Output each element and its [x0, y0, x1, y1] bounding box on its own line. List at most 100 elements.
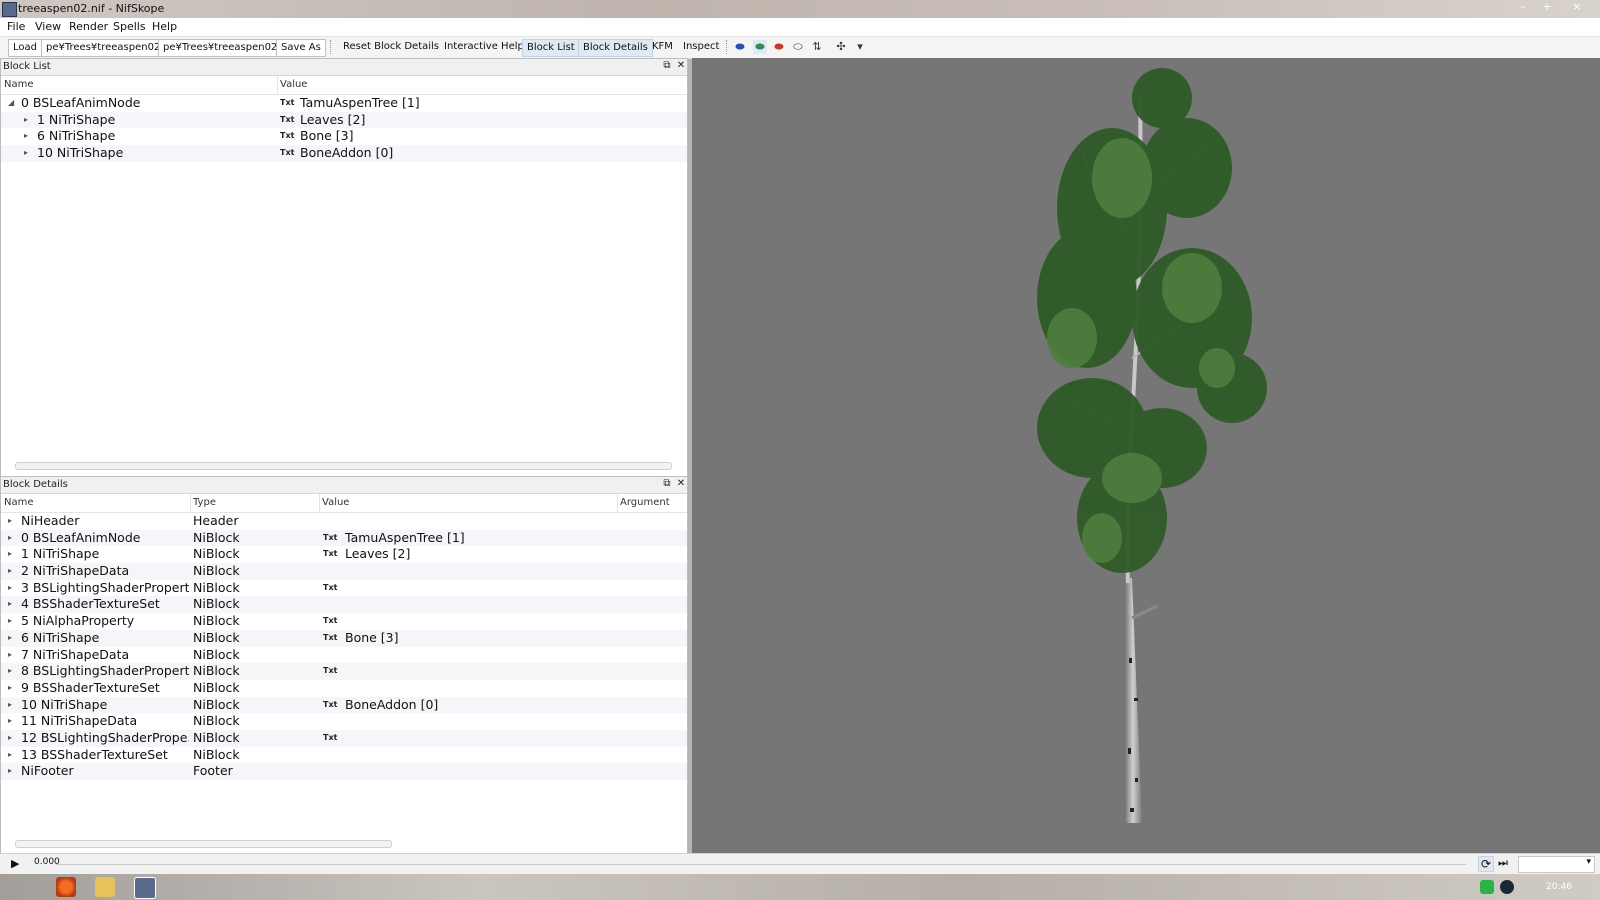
expand-arrow-icon[interactable]: ▸	[8, 563, 12, 580]
txt-icon: Txt	[280, 114, 295, 124]
expand-arrow-icon[interactable]: ▸	[8, 680, 12, 697]
block-list-row[interactable]: ▸ 10 NiTriShape Txt BoneAddon [0]	[1, 145, 687, 162]
menu-render[interactable]: Render	[69, 20, 108, 33]
block-details-row[interactable]: ▸ 11 NiTriShapeData NiBlock	[1, 713, 687, 730]
block-list-row[interactable]: ▸ 6 NiTriShape Txt Bone [3]	[1, 128, 687, 145]
block-name: 7 NiTriShapeData	[21, 646, 130, 662]
block-name: 12 BSLightingShaderPrope...	[21, 729, 189, 745]
close-window-button[interactable]: ×	[1562, 0, 1592, 14]
save-as-button[interactable]: Save As	[276, 39, 326, 57]
block-details-row[interactable]: ▸ 5 NiAlphaProperty NiBlock Txt	[1, 613, 687, 630]
close-icon[interactable]: ✕	[675, 60, 687, 72]
block-details-row[interactable]: ▸ NiHeader Header	[1, 513, 687, 530]
block-name: 8 BSLightingShaderProperty	[21, 663, 189, 679]
view-front-icon[interactable]: ⬬	[733, 40, 747, 54]
block-details-row[interactable]: ▸ 7 NiTriShapeData NiBlock	[1, 647, 687, 664]
block-details-toggle[interactable]: Block Details	[578, 39, 653, 57]
expand-arrow-icon[interactable]: ▸	[8, 546, 12, 563]
block-details-row[interactable]: ▸ 8 BSLightingShaderProperty NiBlock Txt	[1, 663, 687, 680]
expand-arrow-icon[interactable]: ▸	[24, 128, 28, 145]
chevron-down-icon[interactable]: ▾	[853, 40, 867, 54]
horizontal-scrollbar[interactable]	[15, 840, 392, 848]
kfm-button[interactable]: KFM	[648, 39, 677, 55]
block-details-row[interactable]: ▸ 0 BSLeafAnimNode NiBlock Txt TamuAspenTree…	[1, 529, 687, 547]
column-value[interactable]: Value	[319, 494, 349, 512]
view-user-icon[interactable]: ⬭	[791, 40, 805, 54]
view-top-icon[interactable]: ⬬	[753, 40, 767, 54]
menu-help[interactable]: Help	[152, 20, 177, 33]
steam-icon[interactable]	[1500, 880, 1514, 894]
block-list-title: Block List	[1, 59, 687, 76]
expand-arrow-icon[interactable]: ▸	[8, 647, 12, 664]
minimize-button[interactable]: –	[1512, 0, 1534, 14]
menu-spells[interactable]: Spells	[113, 20, 146, 33]
reset-block-details-button[interactable]: Reset Block Details	[339, 39, 443, 55]
expand-arrow-icon[interactable]: ▸	[24, 112, 28, 129]
nifskope-taskbar-icon[interactable]	[134, 877, 156, 899]
interactive-help-button[interactable]: Interactive Help	[440, 39, 528, 55]
expand-arrow-icon[interactable]: ▸	[8, 730, 12, 747]
animation-select[interactable]: ▾	[1518, 856, 1595, 873]
expand-arrow-icon[interactable]: ▸	[8, 630, 12, 647]
block-details-row[interactable]: ▸ 10 NiTriShape NiBlock Txt BoneAddon [0]	[1, 696, 687, 714]
inspect-button[interactable]: Inspect	[679, 39, 723, 55]
expand-arrow-icon[interactable]: ▸	[8, 613, 12, 630]
firefox-icon[interactable]	[56, 877, 76, 897]
step-icon[interactable]: ⏭	[1498, 856, 1508, 870]
column-name[interactable]: Name	[4, 76, 34, 94]
block-details-row[interactable]: ▸ 12 BSLightingShaderPrope... NiBlock Txt	[1, 729, 687, 747]
view-side-icon[interactable]: ⬬	[772, 40, 786, 54]
block-details-row[interactable]: ▸ 3 BSLightingShaderProperty NiBlock Txt	[1, 580, 687, 597]
expand-arrow-icon[interactable]: ▸	[8, 596, 12, 613]
block-details-row[interactable]: ▸ 9 BSShaderTextureSet NiBlock	[1, 680, 687, 697]
block-list-header: Name Value	[1, 76, 687, 95]
block-details-row[interactable]: ▸ 4 BSShaderTextureSet NiBlock	[1, 596, 687, 614]
maximize-button[interactable]: +	[1536, 0, 1558, 14]
menu-view[interactable]: View	[35, 20, 61, 33]
float-icon[interactable]: ⧉	[661, 60, 673, 72]
menu-file[interactable]: File	[7, 20, 25, 33]
block-list-row[interactable]: ▸ 1 NiTriShape Txt Leaves [2]	[1, 111, 687, 129]
block-name: 10 NiTriShape	[21, 696, 108, 712]
expand-arrow-icon[interactable]: ▸	[8, 747, 12, 764]
render-viewport[interactable]	[692, 58, 1600, 853]
block-details-row[interactable]: ▸ 13 BSShaderTextureSet NiBlock	[1, 747, 687, 764]
horizontal-scrollbar[interactable]	[15, 462, 672, 470]
column-value[interactable]: Value	[277, 76, 307, 94]
load-button[interactable]: Load	[8, 39, 42, 57]
loop-icon[interactable]: ⟳	[1478, 856, 1494, 872]
explorer-icon[interactable]	[95, 877, 115, 897]
expand-arrow-icon[interactable]: ▸	[8, 513, 12, 530]
column-type[interactable]: Type	[190, 494, 216, 512]
timeline-slider[interactable]	[56, 864, 1466, 865]
float-icon[interactable]: ⧉	[661, 478, 673, 490]
expand-arrow-icon[interactable]: ▸	[24, 145, 28, 162]
block-details-row[interactable]: ▸ 6 NiTriShape NiBlock Txt Bone [3]	[1, 629, 687, 647]
expand-arrow-icon[interactable]: ◢	[8, 95, 14, 112]
expand-arrow-icon[interactable]: ▸	[8, 713, 12, 730]
block-list-toggle[interactable]: Block List	[522, 39, 580, 57]
expand-arrow-icon[interactable]: ▸	[8, 530, 12, 547]
time-display: 0.000	[34, 857, 60, 867]
column-name[interactable]: Name	[4, 494, 34, 512]
save-path-input[interactable]: pe¥Trees¥treeaspen02.nif	[158, 39, 280, 57]
tray-icon[interactable]	[1480, 880, 1494, 894]
expand-arrow-icon[interactable]: ▸	[8, 663, 12, 680]
expand-arrow-icon[interactable]: ▸	[8, 580, 12, 597]
axes-icon[interactable]: ✣	[834, 40, 848, 54]
block-value: Bone [3]	[345, 629, 399, 645]
load-path-input[interactable]: pe¥Trees¥treeaspen02.nif	[41, 39, 163, 57]
txt-icon: Txt	[323, 532, 338, 542]
close-icon[interactable]: ✕	[675, 478, 687, 490]
block-list-row[interactable]: ◢ 0 BSLeafAnimNode Txt TamuAspenTree [1]	[1, 95, 687, 112]
block-details-row[interactable]: ▸ 2 NiTriShapeData NiBlock	[1, 563, 687, 580]
block-name: 5 NiAlphaProperty	[21, 613, 135, 629]
expand-arrow-icon[interactable]: ▸	[8, 697, 12, 714]
block-details-row[interactable]: ▸ NiFooter Footer	[1, 763, 687, 780]
toolbar-separator	[726, 40, 728, 54]
expand-arrow-icon[interactable]: ▸	[8, 763, 12, 780]
play-icon[interactable]: ▶	[11, 857, 19, 870]
block-details-row[interactable]: ▸ 1 NiTriShape NiBlock Txt Leaves [2]	[1, 546, 687, 563]
walk-mode-icon[interactable]: ⇅	[810, 40, 824, 54]
column-argument[interactable]: Argument	[617, 494, 670, 512]
